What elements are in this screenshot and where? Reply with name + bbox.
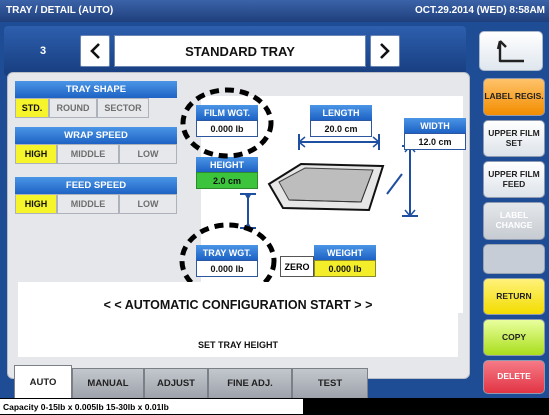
upper-film-feed-button[interactable]: UPPER FILM FEED — [483, 161, 545, 198]
message-instruction: SET TRAY HEIGHT — [197, 340, 278, 350]
tray-name[interactable]: STANDARD TRAY — [114, 35, 366, 67]
tab-adjust[interactable]: ADJUST — [144, 368, 208, 398]
tab-test[interactable]: TEST — [292, 368, 368, 398]
nav-bar: 3 STANDARD TRAY — [4, 26, 466, 76]
prev-button[interactable] — [80, 35, 110, 67]
return-button[interactable]: RETURN — [483, 278, 545, 315]
return-arrow-icon — [496, 40, 524, 63]
title-bar: TRAY / DETAIL (AUTO) OCT.29.2014 (WED) 8… — [0, 0, 549, 22]
copy-button[interactable]: COPY — [483, 319, 545, 356]
label-regis-button[interactable]: LABEL REGIS. — [483, 78, 545, 116]
datetime: OCT.29.2014 (WED) 8:58AM — [414, 5, 545, 16]
label-change-button: LABEL CHANGE — [483, 202, 545, 240]
upper-film-set-button[interactable]: UPPER FILM SET — [483, 120, 545, 157]
next-button[interactable] — [370, 35, 400, 67]
window-title: TRAY / DETAIL (AUTO) — [6, 5, 114, 16]
chevron-left-icon — [90, 43, 100, 59]
chevron-right-icon — [380, 43, 390, 59]
main-screen: 3 STANDARD TRAY TRAY SHAPE STD. ROUND SE… — [0, 22, 549, 398]
footer-bar: Capacity 0-15lb x 0.005lb 15-30lb x 0.01… — [0, 398, 549, 415]
message-area: < < AUTOMATIC CONFIGURATION START > > SE… — [18, 282, 458, 357]
settings-panel: TRAY SHAPE STD. ROUND SECTOR WRAP SPEED … — [7, 72, 470, 379]
back-button[interactable] — [479, 31, 543, 71]
capacity-text: Capacity 0-15lb x 0.005lb 15-30lb x 0.01… — [0, 399, 303, 414]
tab-fine-adj[interactable]: FINE ADJ. — [208, 368, 292, 398]
blank-side-slot — [483, 244, 545, 274]
message-heading: < < AUTOMATIC CONFIGURATION START > > — [103, 298, 373, 312]
delete-button[interactable]: DELETE — [483, 360, 545, 394]
tray-number: 3 — [39, 45, 47, 57]
tab-auto[interactable]: AUTO — [14, 365, 72, 398]
tab-manual[interactable]: MANUAL — [72, 368, 144, 398]
